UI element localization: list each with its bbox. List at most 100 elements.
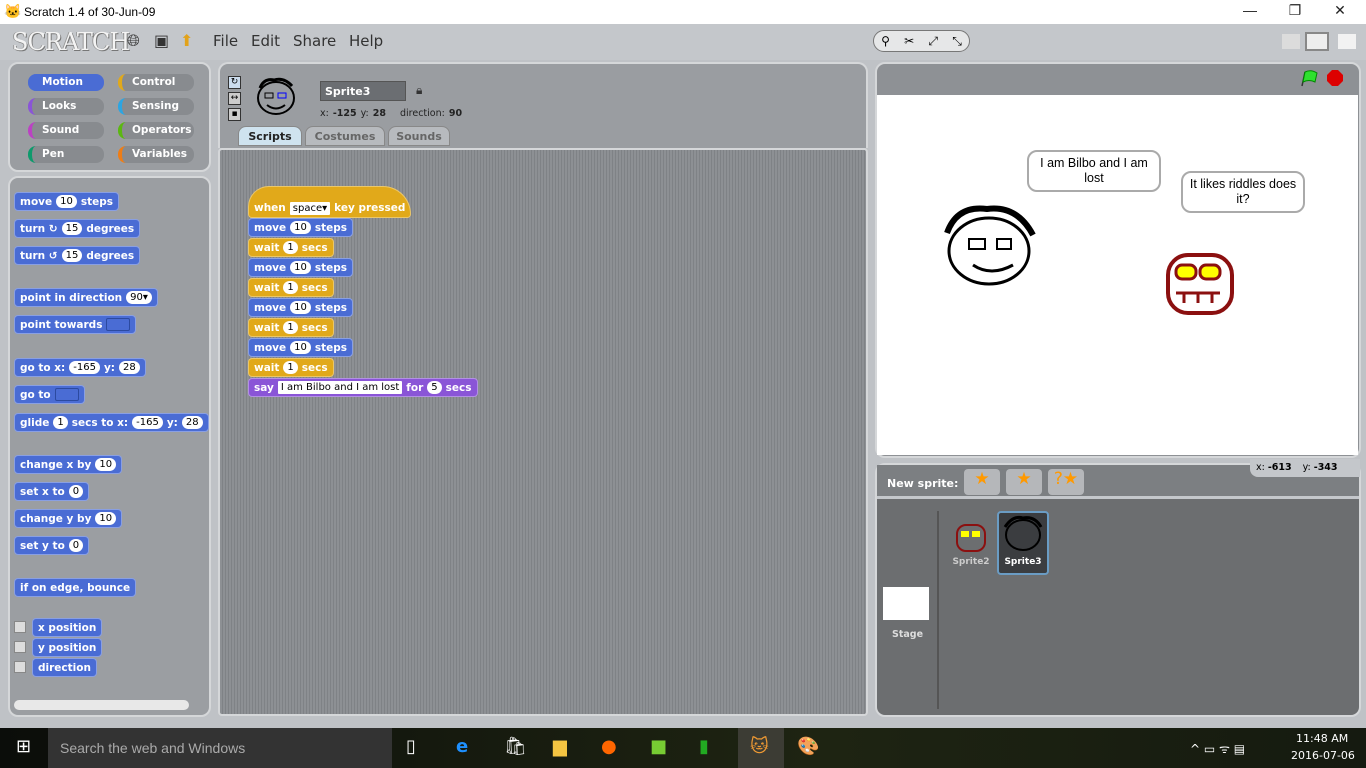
palette-block[interactable]: x position: [32, 618, 103, 637]
small-stage-icon[interactable]: [1282, 34, 1300, 49]
block-input[interactable]: 10: [95, 512, 117, 525]
block-input[interactable]: 1: [283, 361, 298, 374]
palette-block[interactable]: if on edge, bounce: [14, 578, 137, 597]
palette-block[interactable]: turn ↺ 15 degrees: [14, 246, 141, 265]
block-input[interactable]: 28: [181, 416, 203, 429]
flip-style-icon[interactable]: ↔: [228, 92, 241, 105]
script-block[interactable]: wait 1 secs: [248, 358, 334, 377]
tab-sounds[interactable]: Sounds: [388, 126, 450, 146]
clock-date[interactable]: 2016-07-06: [1291, 749, 1355, 762]
block-input[interactable]: 5: [427, 381, 442, 394]
scripts-area[interactable]: when space▾ key pressed move 10 steps wait 1 sec…: [218, 148, 868, 716]
app-notes-icon[interactable]: ▮: [699, 736, 709, 757]
palette-block[interactable]: change y by 10: [14, 509, 123, 528]
store-icon[interactable]: 🛍︎: [504, 736, 527, 757]
firefox-icon[interactable]: ●: [601, 736, 617, 757]
share-upload-icon[interactable]: ⬆: [180, 31, 193, 50]
monitor-checkbox[interactable]: [14, 661, 26, 673]
block-dropdown[interactable]: [54, 388, 79, 401]
palette-block[interactable]: turn ↻ 15 degrees: [14, 219, 141, 238]
palette-block[interactable]: move 10 steps: [14, 192, 120, 211]
category-sensing[interactable]: Sensing: [118, 98, 194, 115]
tab-costumes[interactable]: Costumes: [305, 126, 385, 146]
green-flag-icon[interactable]: [1299, 69, 1319, 87]
grow-icon[interactable]: ⤢: [928, 34, 938, 49]
block-input[interactable]: -165: [132, 416, 163, 429]
palette-scrollbar[interactable]: [14, 700, 189, 710]
palette-block[interactable]: change x by 10: [14, 455, 123, 474]
paint-icon[interactable]: 🎨: [797, 736, 819, 757]
paint-new-sprite-button[interactable]: ★: [964, 469, 1000, 495]
category-sound[interactable]: Sound: [28, 122, 104, 139]
menu-help[interactable]: Help: [349, 32, 383, 50]
tab-scripts[interactable]: Scripts: [238, 126, 302, 146]
save-icon[interactable]: ▣: [154, 31, 169, 50]
app-green-icon[interactable]: ■: [650, 736, 667, 757]
stage-thumbnail[interactable]: [883, 587, 929, 620]
rotate-style-icon[interactable]: ↻: [228, 76, 241, 89]
sprite-name-field[interactable]: Sprite3: [320, 81, 406, 101]
block-text-input[interactable]: space▾: [289, 201, 331, 215]
menu-edit[interactable]: Edit: [251, 32, 280, 50]
menu-file[interactable]: File: [213, 32, 238, 50]
close-button[interactable]: ✕: [1320, 2, 1360, 19]
task-view-icon[interactable]: ▯: [406, 736, 416, 757]
palette-block[interactable]: set y to 0: [14, 536, 90, 555]
globe-icon[interactable]: 🌐︎: [127, 31, 140, 51]
delete-scissors-icon[interactable]: ✂: [904, 34, 914, 48]
palette-block[interactable]: go to: [14, 385, 85, 404]
block-input[interactable]: 10: [290, 221, 311, 234]
palette-block[interactable]: direction: [32, 658, 97, 677]
category-motion[interactable]: Motion: [28, 74, 104, 91]
script-block[interactable]: say I am Bilbo and I am lost for 5 secs: [248, 378, 478, 397]
menu-share[interactable]: Share: [293, 32, 336, 50]
palette-block[interactable]: set x to 0: [14, 482, 90, 501]
block-input[interactable]: -165: [69, 361, 100, 374]
edge-icon[interactable]: e: [456, 736, 468, 757]
file-explorer-icon[interactable]: ▆: [553, 736, 567, 757]
block-input[interactable]: 28: [119, 361, 140, 374]
block-input[interactable]: 10: [290, 301, 311, 314]
sprite3-tile[interactable]: Sprite3: [997, 511, 1049, 575]
script-block[interactable]: move 10 steps: [248, 298, 354, 317]
palette-block[interactable]: glide 1 secs to x: -165 y: 28: [14, 413, 209, 432]
script-block[interactable]: move 10 steps: [248, 218, 354, 237]
script-block[interactable]: move 10 steps: [248, 338, 354, 357]
palette-block[interactable]: point in direction 90▾: [14, 288, 158, 307]
normal-stage-icon[interactable]: [1305, 32, 1329, 51]
block-input[interactable]: 15: [61, 222, 83, 235]
palette-block[interactable]: go to x: -165 y: 28: [14, 358, 146, 377]
monitor-checkbox[interactable]: [14, 641, 26, 653]
scratch-taskbar-button[interactable]: 🐱: [738, 728, 784, 768]
block-input[interactable]: 1: [283, 321, 298, 334]
sprite2-tile[interactable]: Sprite2: [947, 523, 995, 571]
category-operators[interactable]: Operators: [118, 122, 194, 139]
palette-block[interactable]: y position: [32, 638, 103, 657]
block-input[interactable]: 1: [283, 241, 298, 254]
block-input[interactable]: 90▾: [126, 291, 152, 304]
category-variables[interactable]: Variables: [118, 146, 194, 163]
random-sprite-button[interactable]: ?★: [1048, 469, 1084, 495]
script-block[interactable]: move 10 steps: [248, 258, 354, 277]
block-input[interactable]: 10: [56, 195, 77, 208]
clock-time[interactable]: 11:48 AM: [1296, 732, 1348, 745]
block-input[interactable]: 10: [290, 341, 311, 354]
block-input[interactable]: 10: [95, 458, 117, 471]
category-control[interactable]: Control: [118, 74, 194, 91]
monitor-checkbox[interactable]: [14, 621, 26, 633]
block-text-input[interactable]: I am Bilbo and I am lost: [277, 381, 403, 394]
no-rotate-icon[interactable]: ▪: [228, 108, 241, 121]
block-input[interactable]: 15: [61, 249, 83, 262]
block-dropdown[interactable]: [106, 318, 131, 331]
presentation-mode-icon[interactable]: [1338, 34, 1356, 49]
block-input[interactable]: 0: [68, 539, 84, 552]
block-input[interactable]: 10: [290, 261, 311, 274]
sprite3-bilbo[interactable]: [939, 203, 1043, 289]
duplicate-stamp-icon[interactable]: ⚲: [881, 34, 890, 48]
block-input[interactable]: 1: [283, 281, 298, 294]
maximize-button[interactable]: ❐: [1275, 2, 1315, 19]
block-input[interactable]: 1: [53, 416, 68, 429]
shrink-icon[interactable]: ⤡: [952, 34, 962, 49]
stop-icon[interactable]: [1326, 69, 1344, 87]
script-block[interactable]: wait 1 secs: [248, 278, 334, 297]
